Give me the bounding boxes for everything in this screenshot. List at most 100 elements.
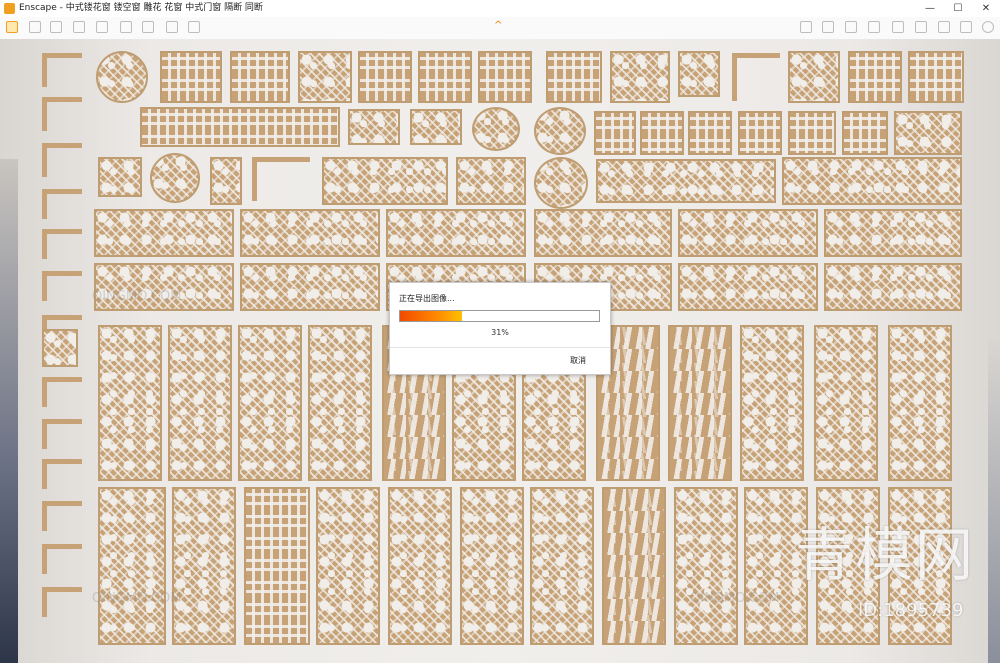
carved-floral-panel [240, 263, 380, 311]
brand-watermark: 青模网 [795, 521, 976, 589]
round-window-panel [96, 51, 148, 103]
corner-bracket [42, 377, 82, 407]
batch-render-icon[interactable] [868, 21, 880, 33]
carved-floral-panel [386, 209, 526, 257]
partition-screen-panel [460, 487, 524, 645]
carved-floral-panel [322, 157, 448, 205]
partition-screen-panel [388, 487, 452, 645]
minimize-button[interactable]: — [916, 0, 944, 17]
partition-screen-panel [602, 487, 666, 645]
collaborate-icon[interactable] [915, 21, 927, 33]
window-title: Enscape - 中式镂花窗 镂空窗 雕花 花窗 中式门窗 隔断 同断 [19, 3, 263, 13]
corner-bracket [42, 229, 82, 259]
lattice-window-panel [594, 111, 636, 155]
partition-screen-panel [674, 487, 738, 645]
partition-screen-panel [530, 487, 594, 645]
settings-icon[interactable] [960, 21, 972, 33]
progress-bar [399, 310, 600, 322]
collapse-toolbar-icon[interactable]: ^ [494, 20, 502, 31]
close-button[interactable]: ✕ [972, 0, 1000, 17]
carved-floral-panel [824, 263, 962, 311]
visual-settings-icon[interactable] [845, 21, 857, 33]
lattice-window-panel [230, 51, 290, 103]
export-icon[interactable] [188, 21, 200, 33]
partition-screen-panel [814, 325, 878, 481]
watermark-text: QINGMO.COM [92, 289, 182, 304]
corner-bracket [42, 459, 82, 489]
export-progress-dialog: 正在导出图像... 31% 取消 [389, 282, 611, 375]
carved-corner-piece [98, 157, 142, 197]
screenshot-icon[interactable] [120, 21, 132, 33]
partition-screen-panel [168, 325, 232, 481]
progress-percent: 31% [491, 328, 509, 337]
carved-floral-panel [240, 209, 380, 257]
carved-ornament [472, 107, 520, 151]
carved-floral-panel [782, 157, 962, 205]
carved-ornament [348, 109, 400, 145]
lattice-frieze-panel [140, 107, 340, 147]
corner-bracket [252, 157, 310, 201]
lattice-window-panel [842, 111, 888, 155]
partition-screen-panel [172, 487, 236, 645]
carved-floral-panel [456, 157, 526, 205]
lattice-window-panel [848, 51, 902, 103]
lattice-window-panel [358, 51, 412, 103]
round-window-panel [150, 153, 200, 203]
partition-screen-panel [244, 487, 310, 645]
help-icon[interactable] [982, 21, 994, 33]
view-icon[interactable] [96, 21, 108, 33]
partition-screen-panel [740, 325, 804, 481]
lattice-window-panel [738, 111, 782, 155]
corner-bracket [42, 544, 82, 574]
corner-bracket [42, 419, 82, 449]
background-edge-left [0, 159, 18, 663]
walk-mode-icon[interactable] [29, 21, 41, 33]
cancel-button[interactable]: 取消 [570, 355, 586, 366]
panorama-icon[interactable] [166, 21, 178, 33]
watermark-text: QINGMO.COM [690, 591, 780, 606]
carved-ornament [410, 109, 462, 145]
dialog-title: 正在导出图像... [399, 294, 455, 303]
lattice-window-panel [546, 51, 602, 103]
lattice-window-panel [688, 111, 732, 155]
carved-ornament [678, 51, 720, 97]
feedback-icon[interactable] [938, 21, 950, 33]
title-bar: Enscape - 中式镂花窗 镂空窗 雕花 花窗 中式门窗 隔断 同断 — ☐… [0, 0, 1000, 18]
carved-corner-piece [210, 157, 242, 205]
corner-bracket [42, 97, 82, 131]
carved-window-panel [610, 51, 670, 103]
partition-screen-panel [668, 325, 732, 481]
lattice-window-panel [640, 111, 684, 155]
home-icon[interactable] [6, 21, 18, 33]
corner-bracket [42, 271, 82, 301]
corner-bracket [42, 143, 82, 177]
carved-window-panel [894, 111, 962, 155]
vr-icon[interactable] [892, 21, 904, 33]
round-window-panel [534, 107, 586, 155]
carved-floral-panel [596, 159, 776, 203]
enscape-app-icon [4, 3, 15, 14]
watermark-text: QINGMO.COM [92, 591, 182, 606]
round-window-panel [534, 157, 588, 209]
carved-corner-piece [42, 329, 78, 367]
partition-screen-panel [316, 487, 380, 645]
partition-screen-panel [98, 487, 166, 645]
carved-window-panel [788, 51, 840, 103]
lattice-window-panel [298, 51, 352, 103]
asset-library-icon[interactable] [800, 21, 812, 33]
video-icon[interactable] [142, 21, 154, 33]
carved-floral-panel [678, 263, 818, 311]
lattice-window-panel [160, 51, 222, 103]
sync-icon[interactable] [73, 21, 85, 33]
corner-bracket [42, 587, 82, 617]
lattice-window-panel [418, 51, 472, 103]
corner-bracket [42, 189, 82, 219]
partition-screen-panel [308, 325, 372, 481]
corner-bracket [732, 53, 780, 101]
carved-floral-panel [534, 209, 672, 257]
enscape-toolbar: ^ [0, 17, 1000, 39]
maximize-button[interactable]: ☐ [944, 0, 972, 17]
material-editor-icon[interactable] [822, 21, 834, 33]
fly-mode-icon[interactable] [50, 21, 62, 33]
lattice-window-panel [478, 51, 532, 103]
